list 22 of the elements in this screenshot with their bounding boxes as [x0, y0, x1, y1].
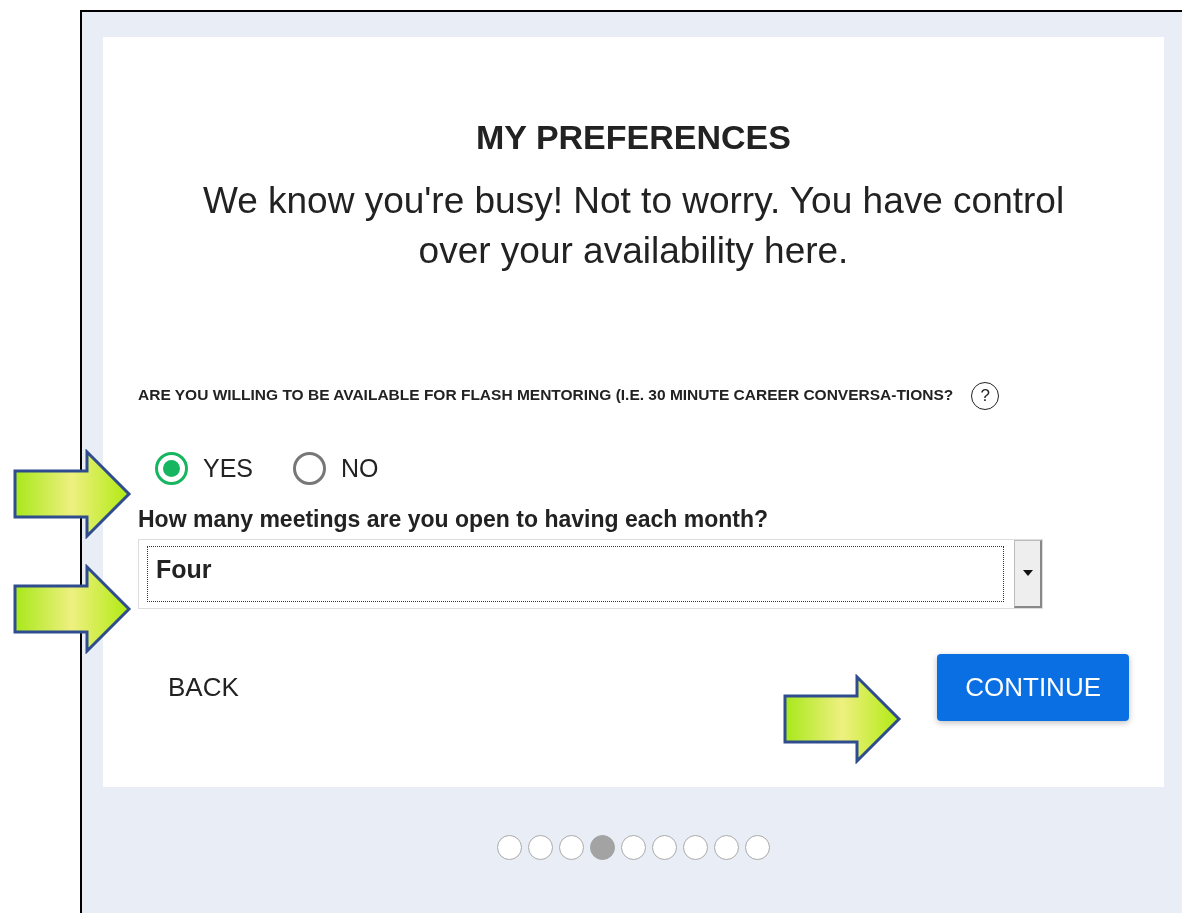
page-title: MY PREFERENCES [475, 117, 792, 158]
pager-dot[interactable] [559, 835, 584, 860]
pager-dot[interactable] [497, 835, 522, 860]
dropdown-field[interactable]: Four [138, 538, 1043, 609]
pager-dot[interactable] [683, 835, 708, 860]
arrow-icon [782, 674, 902, 764]
subtitle-text: We know you're busy! Not to worry. You have control over your availability here. [201, 178, 1066, 273]
radio-option[interactable]: NO [293, 449, 379, 488]
question-text: ARE YOU WILLING TO BE AVAILABLE FOR FLASH MENTORING (I.E. 30 MINUTE CAREER CONVERSA-TIONS? [138, 385, 954, 403]
pager-dot[interactable] [528, 835, 553, 860]
caret-icon[interactable] [1014, 539, 1042, 608]
pager-dot[interactable] [621, 835, 646, 860]
pager-dot[interactable] [590, 835, 615, 860]
pager-dot[interactable] [745, 835, 770, 860]
field-label: How many meetings are you open to having each month? [138, 505, 770, 535]
pager-dot[interactable] [652, 835, 677, 860]
back-button[interactable]: BACK [138, 653, 269, 721]
arrow-icon [12, 449, 132, 539]
radio-option[interactable]: YES [155, 449, 254, 488]
continue-button[interactable]: CONTINUE [937, 653, 1129, 721]
pager-dot[interactable] [714, 835, 739, 860]
arrow-icon [12, 564, 132, 654]
